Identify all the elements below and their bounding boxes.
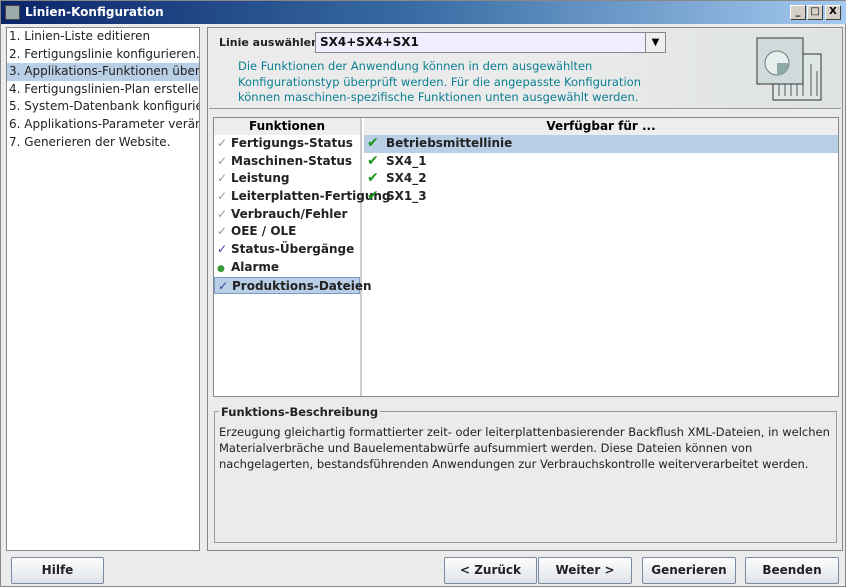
available-label: SX4_2 bbox=[386, 171, 427, 186]
step-item[interactable]: 7. Generieren der Website. bbox=[7, 134, 199, 152]
function-row[interactable]: ✓ Leistung bbox=[214, 170, 360, 188]
function-description-legend: Funktions-Beschreibung bbox=[219, 405, 381, 419]
check-icon[interactable]: ✓ bbox=[217, 206, 231, 224]
check-icon[interactable]: ✔ bbox=[367, 170, 386, 188]
function-label: Produktions-Dateien bbox=[232, 278, 372, 293]
finish-button[interactable]: Beenden bbox=[745, 557, 839, 584]
step-item[interactable]: 1. Linien-Liste editieren bbox=[7, 28, 199, 46]
check-icon[interactable]: ✓ bbox=[217, 153, 231, 171]
step-item[interactable]: 4. Fertigungslinien-Plan erstellen. bbox=[7, 81, 199, 99]
help-button[interactable]: Hilfe bbox=[11, 557, 104, 584]
next-button[interactable]: Weiter > bbox=[538, 557, 632, 584]
check-icon[interactable]: ✓ bbox=[218, 278, 232, 296]
function-label: Maschinen-Status bbox=[231, 153, 353, 168]
available-label: Betriebsmittellinie bbox=[386, 136, 513, 150]
available-label: SX4_1 bbox=[386, 153, 427, 168]
functions-list: Funktionen ✓ Fertigungs-Status ✓ Maschinen-… bbox=[214, 118, 391, 396]
available-column-header: Verfügbar für ... bbox=[364, 118, 838, 135]
functions-column-header: Funktionen bbox=[214, 118, 360, 135]
function-row[interactable]: ✓ OEE / OLE bbox=[214, 223, 360, 241]
function-row[interactable]: ✓ Produktions-Dateien bbox=[214, 276, 372, 296]
function-row[interactable]: ✓ Verbrauch/Fehler bbox=[214, 206, 360, 224]
step-item[interactable]: 6. Applikations-Parameter verändern bbox=[7, 116, 199, 134]
function-label: Leistung bbox=[231, 171, 290, 186]
line-select-dropdown[interactable]: SX4+SX4+SX1 ▼ bbox=[315, 32, 666, 53]
check-icon[interactable]: ✓ bbox=[217, 188, 231, 206]
function-label: Verbrauch/Fehler bbox=[231, 206, 348, 221]
app-icon bbox=[5, 5, 20, 20]
generate-button[interactable]: Generieren bbox=[642, 557, 736, 584]
available-label: SX1_3 bbox=[386, 189, 427, 204]
window-title: Linien-Konfiguration bbox=[25, 5, 164, 19]
line-select-label: Linie auswählen: bbox=[219, 36, 324, 49]
available-row[interactable]: ✔ SX4_2 bbox=[364, 170, 838, 188]
check-icon[interactable]: ✔ bbox=[367, 153, 386, 171]
line-select-value: SX4+SX4+SX1 bbox=[320, 35, 419, 49]
function-row[interactable]: ● Alarme bbox=[214, 259, 360, 277]
step-item[interactable]: 5. System-Datenbank konfigurieren bbox=[7, 98, 199, 116]
close-button[interactable]: X bbox=[825, 5, 841, 20]
minimize-button[interactable]: _ bbox=[790, 5, 806, 20]
check-icon[interactable]: ✓ bbox=[217, 241, 231, 259]
function-label: Alarme bbox=[231, 259, 280, 274]
maximize-button[interactable]: □ bbox=[807, 5, 823, 20]
check-icon[interactable]: ✓ bbox=[217, 135, 231, 153]
available-row[interactable]: ✔ SX4_1 bbox=[364, 153, 838, 171]
function-label: OEE / OLE bbox=[231, 224, 297, 239]
dot-icon[interactable]: ● bbox=[217, 261, 231, 279]
function-label: Fertigungs-Status bbox=[231, 136, 353, 150]
available-row[interactable]: ✔ Betriebsmittellinie bbox=[364, 135, 838, 153]
step-item[interactable]: 2. Fertigungslinie konfigurieren. bbox=[7, 46, 199, 64]
function-label: Status-Übergänge bbox=[231, 242, 355, 257]
back-button[interactable]: < Zurück bbox=[444, 557, 537, 584]
step-item-selected[interactable]: 3. Applikations-Funktionen überprüfen bbox=[7, 63, 199, 81]
check-icon[interactable]: ✓ bbox=[217, 223, 231, 241]
function-row[interactable]: ✓ Status-Übergänge bbox=[214, 241, 360, 259]
header-description: Die Funktionen der Anwendung können in d… bbox=[238, 59, 641, 104]
check-icon[interactable]: ✓ bbox=[217, 170, 231, 188]
check-icon[interactable]: ✔ bbox=[367, 188, 386, 206]
check-icon[interactable]: ✔ bbox=[367, 135, 386, 153]
available-list: Verfügbar für ... ✔ Betriebsmittellinie ✔ S… bbox=[364, 118, 838, 396]
chevron-down-icon[interactable]: ▼ bbox=[645, 33, 665, 52]
function-row[interactable]: ✓ Leiterplatten-Fertigung bbox=[214, 188, 391, 206]
wizard-steps-list: 1. Linien-Liste editieren 2. Fertigungsl… bbox=[6, 27, 200, 551]
function-description-text: Erzeugung gleichartig formattierter zeit… bbox=[219, 425, 830, 471]
function-row[interactable]: ✓ Fertigungs-Status bbox=[214, 135, 360, 153]
functions-table: Funktionen ✓ Fertigungs-Status ✓ Maschinen-… bbox=[213, 117, 839, 397]
chart-logo-icon bbox=[756, 37, 822, 101]
function-row[interactable]: ✓ Maschinen-Status bbox=[214, 153, 360, 171]
available-row[interactable]: ✔ SX1_3 bbox=[364, 188, 838, 206]
title-bar: Linien-Konfiguration bbox=[1, 1, 846, 24]
